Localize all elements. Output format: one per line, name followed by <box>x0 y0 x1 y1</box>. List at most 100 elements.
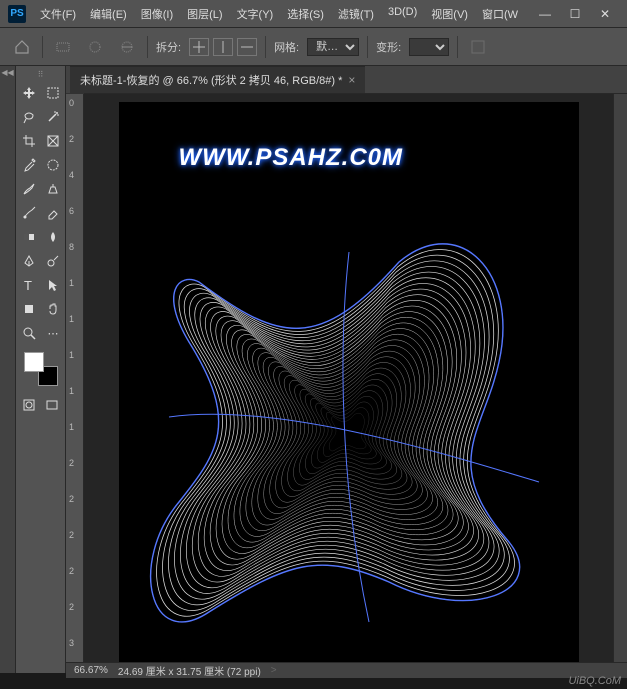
lasso-tool[interactable] <box>18 106 40 128</box>
eraser-tool[interactable] <box>42 202 64 224</box>
canvas-row: 0 2 4 6 8 1 1 1 1 1 2 2 2 2 2 3 WWW.PSAH… <box>66 94 627 662</box>
brush-tool[interactable] <box>18 178 40 200</box>
menu-3d[interactable]: 3D(D) <box>382 3 423 25</box>
status-bar: 66.67% 24.69 厘米 x 31.75 厘米 (72 ppi) > <box>66 662 627 678</box>
history-brush-tool[interactable] <box>18 202 40 224</box>
warp-icon[interactable] <box>51 35 75 59</box>
ruler-tick: 1 <box>69 278 74 288</box>
ruler-horizontal[interactable]: 0 2 4 6 8 10 12 14 16 18 20 22 24 <box>84 93 627 94</box>
workspace: ◀◀ ⠿ T ⋯ <box>0 66 627 673</box>
ruler-tick: 2 <box>69 602 74 612</box>
maximize-button[interactable]: ☐ <box>561 4 589 24</box>
foreground-color-swatch[interactable] <box>24 352 44 372</box>
artboard-tool[interactable] <box>42 82 64 104</box>
minimize-button[interactable]: — <box>531 4 559 24</box>
color-swatches[interactable] <box>24 352 58 386</box>
eyedropper-tool[interactable] <box>18 154 40 176</box>
watermark-text: WWW.PSAHZ.C0M <box>179 144 404 172</box>
menu-window[interactable]: 窗口(W <box>476 3 524 25</box>
frame-tool[interactable] <box>42 130 64 152</box>
crop-tool[interactable] <box>18 130 40 152</box>
close-button[interactable]: ✕ <box>591 4 619 24</box>
ruler-tick: 1 <box>69 386 74 396</box>
artwork-shape <box>139 222 559 642</box>
ruler-tick: 2 <box>132 93 137 94</box>
ruler-tick: 3 <box>69 638 74 648</box>
document-area: 未标题-1-恢复的 @ 66.7% (形状 2 拷贝 46, RGB/8#) *… <box>66 66 627 673</box>
home-icon[interactable] <box>10 35 34 59</box>
ruler-tick: 22 <box>532 93 542 94</box>
menu-layer[interactable]: 图层(L) <box>181 3 228 25</box>
transform-select[interactable] <box>409 38 449 56</box>
shape-tool[interactable] <box>18 298 40 320</box>
zoom-level[interactable]: 66.67% <box>74 665 108 676</box>
split-vert-button[interactable] <box>213 38 233 56</box>
ruler-tick: 0 <box>92 93 97 94</box>
ruler-tick: 4 <box>69 170 74 180</box>
quickmask-tool[interactable] <box>18 394 40 416</box>
app-logo-text: PS <box>10 8 23 19</box>
ruler-tick: 6 <box>212 93 217 94</box>
dodge-tool[interactable] <box>42 250 64 272</box>
document-tab[interactable]: 未标题-1-恢复的 @ 66.7% (形状 2 拷贝 46, RGB/8#) *… <box>70 66 365 93</box>
zoom-tool[interactable] <box>18 322 40 344</box>
tools-panel: ⠿ T ⋯ <box>16 66 66 673</box>
grid-label: 网格: <box>274 39 299 55</box>
canvas[interactable]: WWW.PSAHZ.C0M <box>119 102 579 662</box>
edit-toolbar-icon[interactable]: ⋯ <box>42 322 64 344</box>
move-tool[interactable] <box>18 82 40 104</box>
status-arrow-icon[interactable]: > <box>271 665 277 676</box>
grid-select[interactable]: 默… <box>307 38 359 56</box>
separator <box>457 36 458 58</box>
vertical-scrollbar[interactable] <box>613 94 627 662</box>
split-horiz-button[interactable] <box>237 38 257 56</box>
separator <box>265 36 266 58</box>
ruler-tick: 0 <box>69 98 74 108</box>
screenmode-tool[interactable] <box>42 394 64 416</box>
mesh-icon[interactable] <box>83 35 107 59</box>
separator <box>147 36 148 58</box>
collapse-rail-icon[interactable]: ◀◀ <box>0 66 15 79</box>
ruler-tick: 2 <box>69 566 74 576</box>
pen-tool[interactable] <box>18 250 40 272</box>
menu-select[interactable]: 选择(S) <box>281 3 330 25</box>
menu-filter[interactable]: 滤镜(T) <box>332 3 380 25</box>
close-tab-icon[interactable]: × <box>348 73 355 87</box>
path-select-tool[interactable] <box>42 274 64 296</box>
transform-label: 变形: <box>376 39 401 55</box>
menu-type[interactable]: 文字(Y) <box>231 3 280 25</box>
menu-edit[interactable]: 编辑(E) <box>84 3 133 25</box>
menu-file[interactable]: 文件(F) <box>34 3 82 25</box>
magic-wand-tool[interactable] <box>42 106 64 128</box>
split-label: 拆分: <box>156 39 181 55</box>
ruler-tick: 10 <box>292 93 302 94</box>
blur-tool[interactable] <box>42 226 64 248</box>
split-cross-button[interactable] <box>189 38 209 56</box>
svg-text:T: T <box>24 278 32 292</box>
document-tabs: 未标题-1-恢复的 @ 66.7% (形状 2 拷贝 46, RGB/8#) *… <box>66 66 627 93</box>
tools-grip-icon[interactable]: ⠿ <box>18 70 63 82</box>
orientation-icon[interactable] <box>466 35 490 59</box>
document-tab-title: 未标题-1-恢复的 @ 66.7% (形状 2 拷贝 46, RGB/8#) * <box>80 72 342 88</box>
ruler-vertical[interactable]: 0 2 4 6 8 1 1 1 1 1 2 2 2 2 2 3 <box>66 94 84 662</box>
titlebar: PS 文件(F) 编辑(E) 图像(I) 图层(L) 文字(Y) 选择(S) 滤… <box>0 0 627 28</box>
canvas-viewport[interactable]: WWW.PSAHZ.C0M <box>84 94 613 662</box>
ruler-tick: 2 <box>69 530 74 540</box>
ruler-tick: 8 <box>252 93 257 94</box>
ruler-tick: 2 <box>69 458 74 468</box>
ruler-tick: 2 <box>69 494 74 504</box>
gradient-tool[interactable] <box>18 226 40 248</box>
marquee-ellipse-tool[interactable] <box>42 154 64 176</box>
clone-stamp-tool[interactable] <box>42 178 64 200</box>
mesh2-icon[interactable] <box>115 35 139 59</box>
menu-view[interactable]: 视图(V) <box>425 3 474 25</box>
menu-image[interactable]: 图像(I) <box>135 3 179 25</box>
ruler-tick: 1 <box>69 422 74 432</box>
ruler-tick: 14 <box>372 93 382 94</box>
left-rail: ◀◀ <box>0 66 16 673</box>
type-tool[interactable]: T <box>18 274 40 296</box>
separator <box>367 36 368 58</box>
ruler-tick: 1 <box>69 350 74 360</box>
ruler-tick: 1 <box>69 314 74 324</box>
hand-tool[interactable] <box>42 298 64 320</box>
